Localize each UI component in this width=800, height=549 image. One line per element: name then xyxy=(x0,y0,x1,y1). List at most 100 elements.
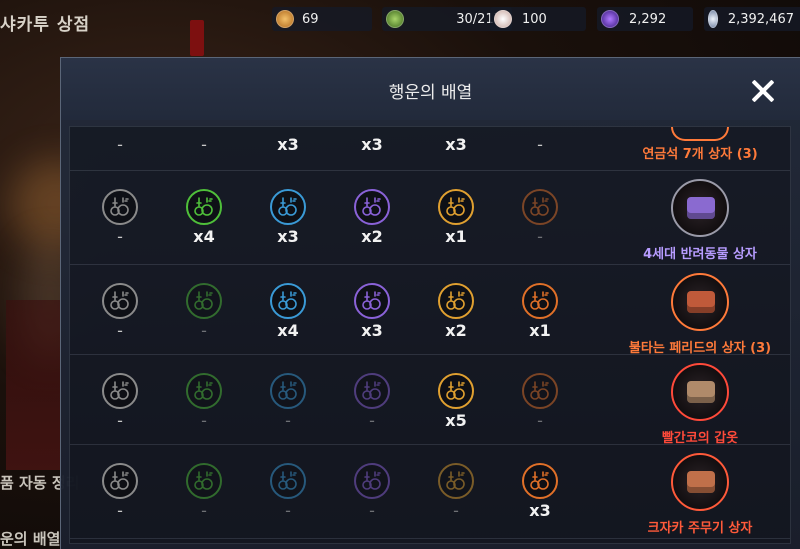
grid-row: - - - - x5 - 빨간코의 갑옷 xyxy=(70,355,790,446)
cell-count: x3 xyxy=(277,135,299,154)
flame-chest-icon xyxy=(671,273,729,331)
shop-title: 샤카투 상점 xyxy=(0,15,91,35)
array-cell-purple: - xyxy=(330,373,414,431)
reward-name: 4세대 반려동물 상자 xyxy=(643,247,757,262)
cell-count: - xyxy=(537,227,543,246)
cell-count: - xyxy=(285,411,291,430)
cell-count: x3 xyxy=(529,501,551,520)
alchemy-stone-icon xyxy=(354,463,390,499)
alchemy-stone-icon xyxy=(270,463,306,499)
resource-silver: 2,392,467 xyxy=(704,7,800,31)
array-cell-gray: - xyxy=(78,189,162,247)
sidebar-item-lucky-array[interactable]: 운의 배열 xyxy=(0,528,60,549)
cell-count: - xyxy=(117,135,123,154)
alchemy-stone-icon xyxy=(186,373,222,409)
cell-count: - xyxy=(117,321,123,340)
cell-count: x3 xyxy=(361,135,383,154)
array-cell-blue: - xyxy=(246,463,330,521)
reward-name: 크자카 주무기 상자 xyxy=(647,521,753,536)
cell-count: x3 xyxy=(361,321,383,340)
alchemy-stone-icon xyxy=(354,283,390,319)
array-cell-blue: - xyxy=(246,373,330,431)
cell-count: - xyxy=(201,411,207,430)
alchemy-stone-icon xyxy=(354,373,390,409)
array-cell-blue: x3 xyxy=(246,189,330,247)
close-icon[interactable] xyxy=(750,78,776,104)
alchemy-stone-icon xyxy=(186,463,222,499)
reward-name: 불타는 페리드의 상자 (3) xyxy=(628,341,772,356)
alchemy-stone-icon xyxy=(270,373,306,409)
cell-count: x4 xyxy=(193,227,215,246)
alchemy-stone-icon xyxy=(102,189,138,225)
alchemy-stone-icon xyxy=(270,189,306,225)
alchemy-stone-icon xyxy=(102,463,138,499)
resource-gold-value: 69 xyxy=(302,11,319,27)
cell-count: - xyxy=(453,501,459,520)
cell-count: - xyxy=(117,501,123,520)
reward-box[interactable]: 빨간코의 갑옷 xyxy=(608,363,790,446)
cell-count: x4 xyxy=(277,321,299,340)
array-cell-gold: x5 xyxy=(414,373,498,431)
gold-coin-icon xyxy=(276,10,294,28)
cell-count: - xyxy=(369,501,375,520)
array-cell-orange: - xyxy=(498,189,582,247)
resource-silver-value: 2,392,467 xyxy=(727,11,794,27)
alchemy-stone-icon xyxy=(438,189,474,225)
array-cell-gray: - xyxy=(78,373,162,431)
array-cell-purple: - xyxy=(330,463,414,521)
array-cell-green: - xyxy=(162,373,246,431)
resource-bar: 69 30/217 100 2,292 2,392,467 xyxy=(272,7,800,31)
dialog-header: 행운의 배열 xyxy=(61,58,800,120)
array-cell-orange: x3 xyxy=(498,463,582,521)
array-cell-orange: - xyxy=(498,373,582,431)
resource-pearl: 100 xyxy=(490,7,586,31)
purple-gem-icon xyxy=(601,10,619,28)
array-cell-green: x4 xyxy=(162,189,246,247)
grid-row: - - - - - x3 크자카 주무기 상자 xyxy=(70,445,790,539)
green-token-icon xyxy=(386,10,404,28)
alchemy-stone-icon xyxy=(438,373,474,409)
cell-count: x2 xyxy=(445,321,467,340)
cell-count: x2 xyxy=(361,227,383,246)
alchemy-stone-icon xyxy=(354,189,390,225)
grid-row: - - x4 x3 x2 x1 불타는 페리드의 상자 (3) xyxy=(70,265,790,356)
array-cell-gray: - xyxy=(78,283,162,341)
array-cell-green: - xyxy=(162,463,246,521)
pearl-icon xyxy=(494,10,512,28)
alchemy-stone-icon xyxy=(438,283,474,319)
cell-count: - xyxy=(201,501,207,520)
cell-count: - xyxy=(117,227,123,246)
cell-count: - xyxy=(537,411,543,430)
reward-box[interactable]: 불타는 페리드의 상자 (3) xyxy=(608,273,790,356)
cell-count: x1 xyxy=(445,227,467,246)
red-banner xyxy=(190,20,204,56)
array-cell-gold: x1 xyxy=(414,189,498,247)
array-cell-gold: x2 xyxy=(414,283,498,341)
resource-pearl-value: 100 xyxy=(522,11,547,27)
alchemy-stone-icon xyxy=(102,373,138,409)
array-cell-blue: x4 xyxy=(246,283,330,341)
alchemy-stone-icon xyxy=(522,189,558,225)
resource-gold: 69 xyxy=(272,7,372,31)
cell-count: x3 xyxy=(277,227,299,246)
alchemy-stone-icon xyxy=(102,283,138,319)
silver-coin-icon xyxy=(708,10,718,28)
array-cell-purple: x3 xyxy=(330,283,414,341)
cell-count: x5 xyxy=(445,411,467,430)
cell-count: - xyxy=(201,135,207,154)
resource-purple-gem-value: 2,292 xyxy=(629,11,667,27)
alchemy-stone-icon xyxy=(522,463,558,499)
reward-name: 빨간코의 갑옷 xyxy=(661,431,739,446)
array-cell-orange: x1 xyxy=(498,283,582,341)
cell-count: - xyxy=(285,501,291,520)
box-icon xyxy=(671,127,729,141)
grid-row: - x4 x3 x2 x1 - 4세대 반려동물 상자 xyxy=(70,171,790,265)
reward-box[interactable]: 4세대 반려동물 상자 xyxy=(608,179,790,262)
resource-purple-gem: 2,292 xyxy=(597,7,693,31)
weapon-chest-icon xyxy=(671,453,729,511)
cell-count: - xyxy=(201,321,207,340)
array-cell-gold: - xyxy=(414,463,498,521)
reward-partial[interactable]: 연금석 7개 상자 (3) xyxy=(608,127,790,162)
reward-box[interactable]: 크자카 주무기 상자 xyxy=(608,453,790,536)
array-grid: - - x3 x3 x3 - 연금석 7개 상자 (3) - x4 x3 x2 … xyxy=(69,126,791,544)
